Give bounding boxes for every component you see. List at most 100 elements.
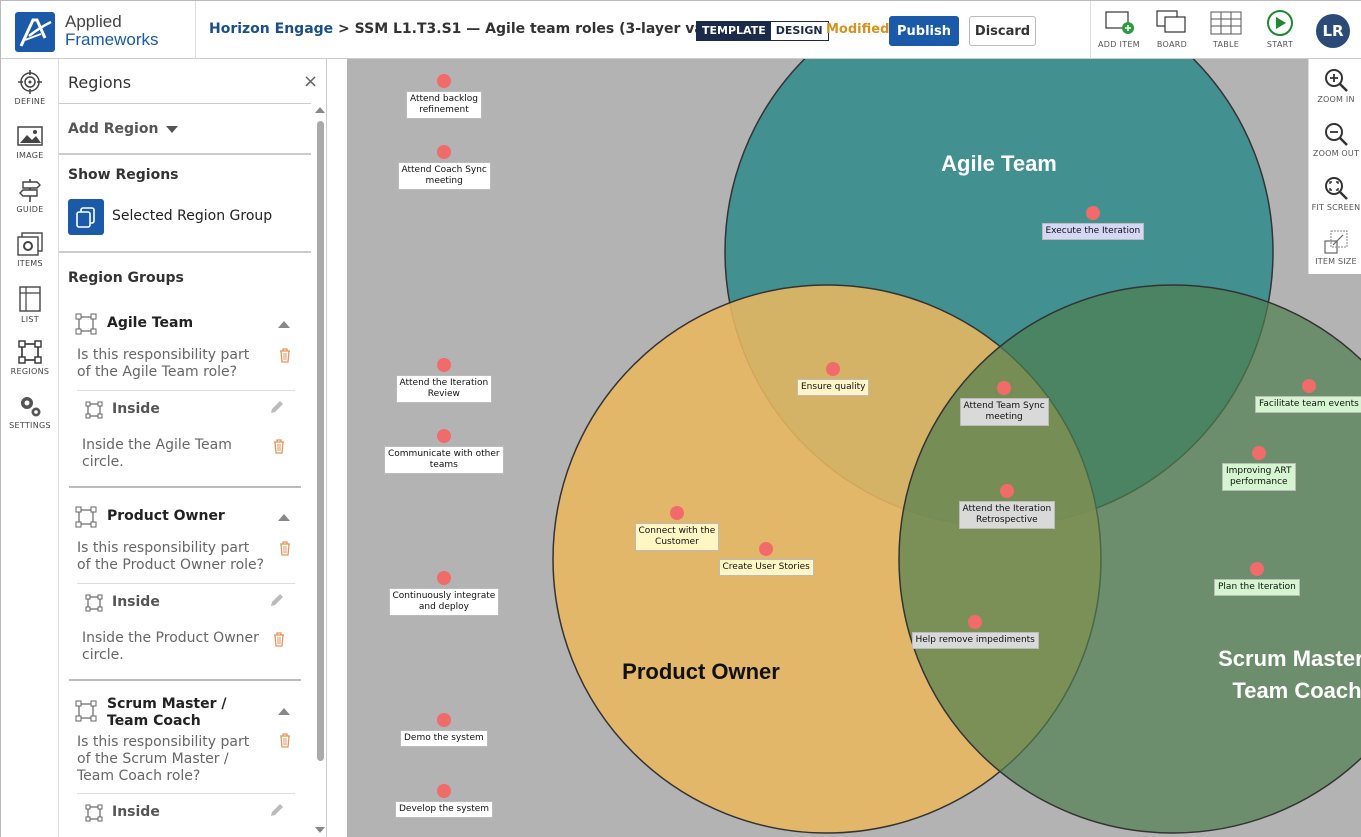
item-marker[interactable] (759, 542, 773, 556)
item-marker[interactable] (670, 506, 684, 520)
region-group-name[interactable]: Product Owner (107, 508, 267, 525)
item-marker[interactable] (437, 571, 451, 585)
item-label[interactable]: Attend Team Sync meeting (959, 398, 1049, 426)
item-label[interactable]: Attend the Iteration Retrospective (958, 501, 1056, 529)
region-inside-label[interactable]: Inside (112, 804, 160, 820)
item-marker[interactable] (968, 615, 982, 629)
region-inside-label[interactable]: Inside (112, 594, 160, 610)
avatar[interactable]: LR (1316, 14, 1350, 48)
item-marker[interactable] (437, 74, 451, 88)
region-group-question: Is this responsibility part of the Scrum… (77, 734, 250, 784)
item-label[interactable]: Facilitate team events (1255, 396, 1361, 413)
region-group-name[interactable]: Agile Team (107, 315, 267, 332)
publish-button[interactable]: Publish (889, 16, 959, 46)
item-label[interactable]: Attend the Iteration Review (395, 375, 493, 403)
rail-label-guide: GUIDE (16, 205, 44, 214)
selected-region-group-button[interactable] (68, 199, 104, 235)
board-button[interactable]: BOARD (1144, 9, 1200, 53)
fit-screen-button[interactable]: FIT SCREEN (1309, 167, 1361, 219)
item-label-line1: Help remove impediments (915, 635, 1035, 645)
rail-item-image[interactable]: IMAGE (1, 117, 59, 167)
item-size-button[interactable]: ITEM SIZE (1309, 221, 1361, 273)
scroll-up-icon[interactable] (315, 107, 325, 113)
region-group-name[interactable]: Scrum Master / Team Coach (107, 696, 267, 730)
region-groups-heading: Region Groups (68, 270, 184, 286)
region-icon (85, 804, 103, 822)
mode-toggle[interactable]: TEMPLATE DESIGN (696, 21, 829, 41)
add-region-dropdown[interactable]: Add Region (68, 121, 179, 137)
close-icon[interactable]: × (303, 71, 318, 92)
rail-item-guide[interactable]: GUIDE (1, 171, 59, 221)
zoom-in-button[interactable]: ZOOM IN (1309, 59, 1361, 111)
item-label[interactable]: Ensure quality (797, 379, 870, 396)
item-label[interactable]: Execute the Iteration (1041, 223, 1145, 240)
trash-icon[interactable] (278, 540, 292, 556)
item-label-line2: Review (427, 389, 460, 399)
item-marker[interactable] (437, 145, 451, 159)
item-marker[interactable] (437, 713, 451, 727)
zoom-in-icon (1325, 69, 1348, 92)
scroll-thumb[interactable] (317, 121, 324, 761)
add-region-label: Add Region (68, 121, 159, 137)
item-marker[interactable] (826, 362, 840, 376)
rail-item-settings[interactable]: SETTINGS (1, 387, 59, 437)
breadcrumb-link[interactable]: Horizon Engage (209, 21, 333, 37)
list-icon (19, 286, 41, 312)
discard-button[interactable]: Discard (969, 16, 1036, 46)
item-label-line2: teams (429, 460, 458, 470)
item-label[interactable]: Improving ART performance (1222, 463, 1296, 491)
pencil-icon[interactable] (269, 592, 285, 608)
item-label[interactable]: Attend backlog refinement (406, 91, 482, 119)
pencil-icon[interactable] (269, 802, 285, 818)
panel-scrollbar[interactable] (315, 105, 325, 837)
item-marker[interactable] (437, 358, 451, 372)
region-inside-description: Inside the Agile Team circle. (82, 437, 232, 470)
item-marker[interactable] (437, 784, 451, 798)
item-label[interactable]: Help remove impediments (911, 632, 1039, 649)
item-marker[interactable] (437, 429, 451, 443)
item-label[interactable]: Plan the Iteration (1214, 579, 1300, 596)
table-button[interactable]: TABLE (1198, 9, 1254, 53)
item-label[interactable]: Attend Coach Sync meeting (397, 162, 491, 190)
region-group-icon (75, 506, 97, 528)
item-marker[interactable] (1086, 206, 1100, 220)
item-label[interactable]: Develop the system (395, 801, 494, 818)
board[interactable]: Agile Team Product Owner Scrum Master / … (347, 59, 1361, 837)
trash-icon[interactable] (278, 347, 292, 363)
divider (77, 390, 295, 391)
trash-icon[interactable] (272, 631, 286, 647)
item-label[interactable]: Communicate with other teams (384, 446, 504, 474)
chevron-up-icon[interactable] (278, 514, 290, 521)
pencil-icon[interactable] (269, 399, 285, 415)
item-label-line1: Ensure quality (801, 382, 866, 392)
region-group-product-owner: Product Owner Is this responsibility par… (69, 506, 301, 682)
add-item-button[interactable]: ADD ITEM (1091, 9, 1147, 53)
chevron-up-icon[interactable] (278, 321, 290, 328)
item-marker[interactable] (1000, 484, 1014, 498)
item-label[interactable]: Create User Stories (718, 559, 814, 576)
region-inside-label[interactable]: Inside (112, 401, 160, 417)
rail-item-define[interactable]: DEFINE (1, 63, 59, 113)
item-label[interactable]: Continuously integrate and deploy (388, 588, 500, 616)
logo[interactable]: Applied Frameworks (15, 11, 195, 53)
item-label[interactable]: Demo the system (400, 730, 488, 747)
mode-template[interactable]: TEMPLATE (697, 22, 771, 40)
fit-screen-icon (1325, 177, 1348, 200)
rail-item-items[interactable]: ITEMS (1, 225, 59, 275)
mode-design[interactable]: DESIGN (770, 22, 828, 40)
trash-icon[interactable] (272, 438, 286, 454)
item-label-line2: Customer (655, 537, 699, 547)
rail-item-regions[interactable]: REGIONS (1, 333, 59, 383)
item-marker[interactable] (1302, 379, 1316, 393)
item-marker[interactable] (997, 381, 1011, 395)
chevron-down-icon (166, 125, 179, 133)
item-marker[interactable] (1252, 446, 1266, 460)
chevron-up-icon[interactable] (278, 708, 290, 715)
trash-icon[interactable] (278, 732, 292, 748)
start-button[interactable]: START (1252, 9, 1308, 53)
item-marker[interactable] (1250, 562, 1264, 576)
item-label[interactable]: Connect with the Customer (634, 523, 720, 551)
scroll-down-icon[interactable] (315, 827, 325, 833)
zoom-out-button[interactable]: ZOOM OUT (1309, 113, 1361, 165)
rail-item-list[interactable]: LIST (1, 279, 59, 329)
